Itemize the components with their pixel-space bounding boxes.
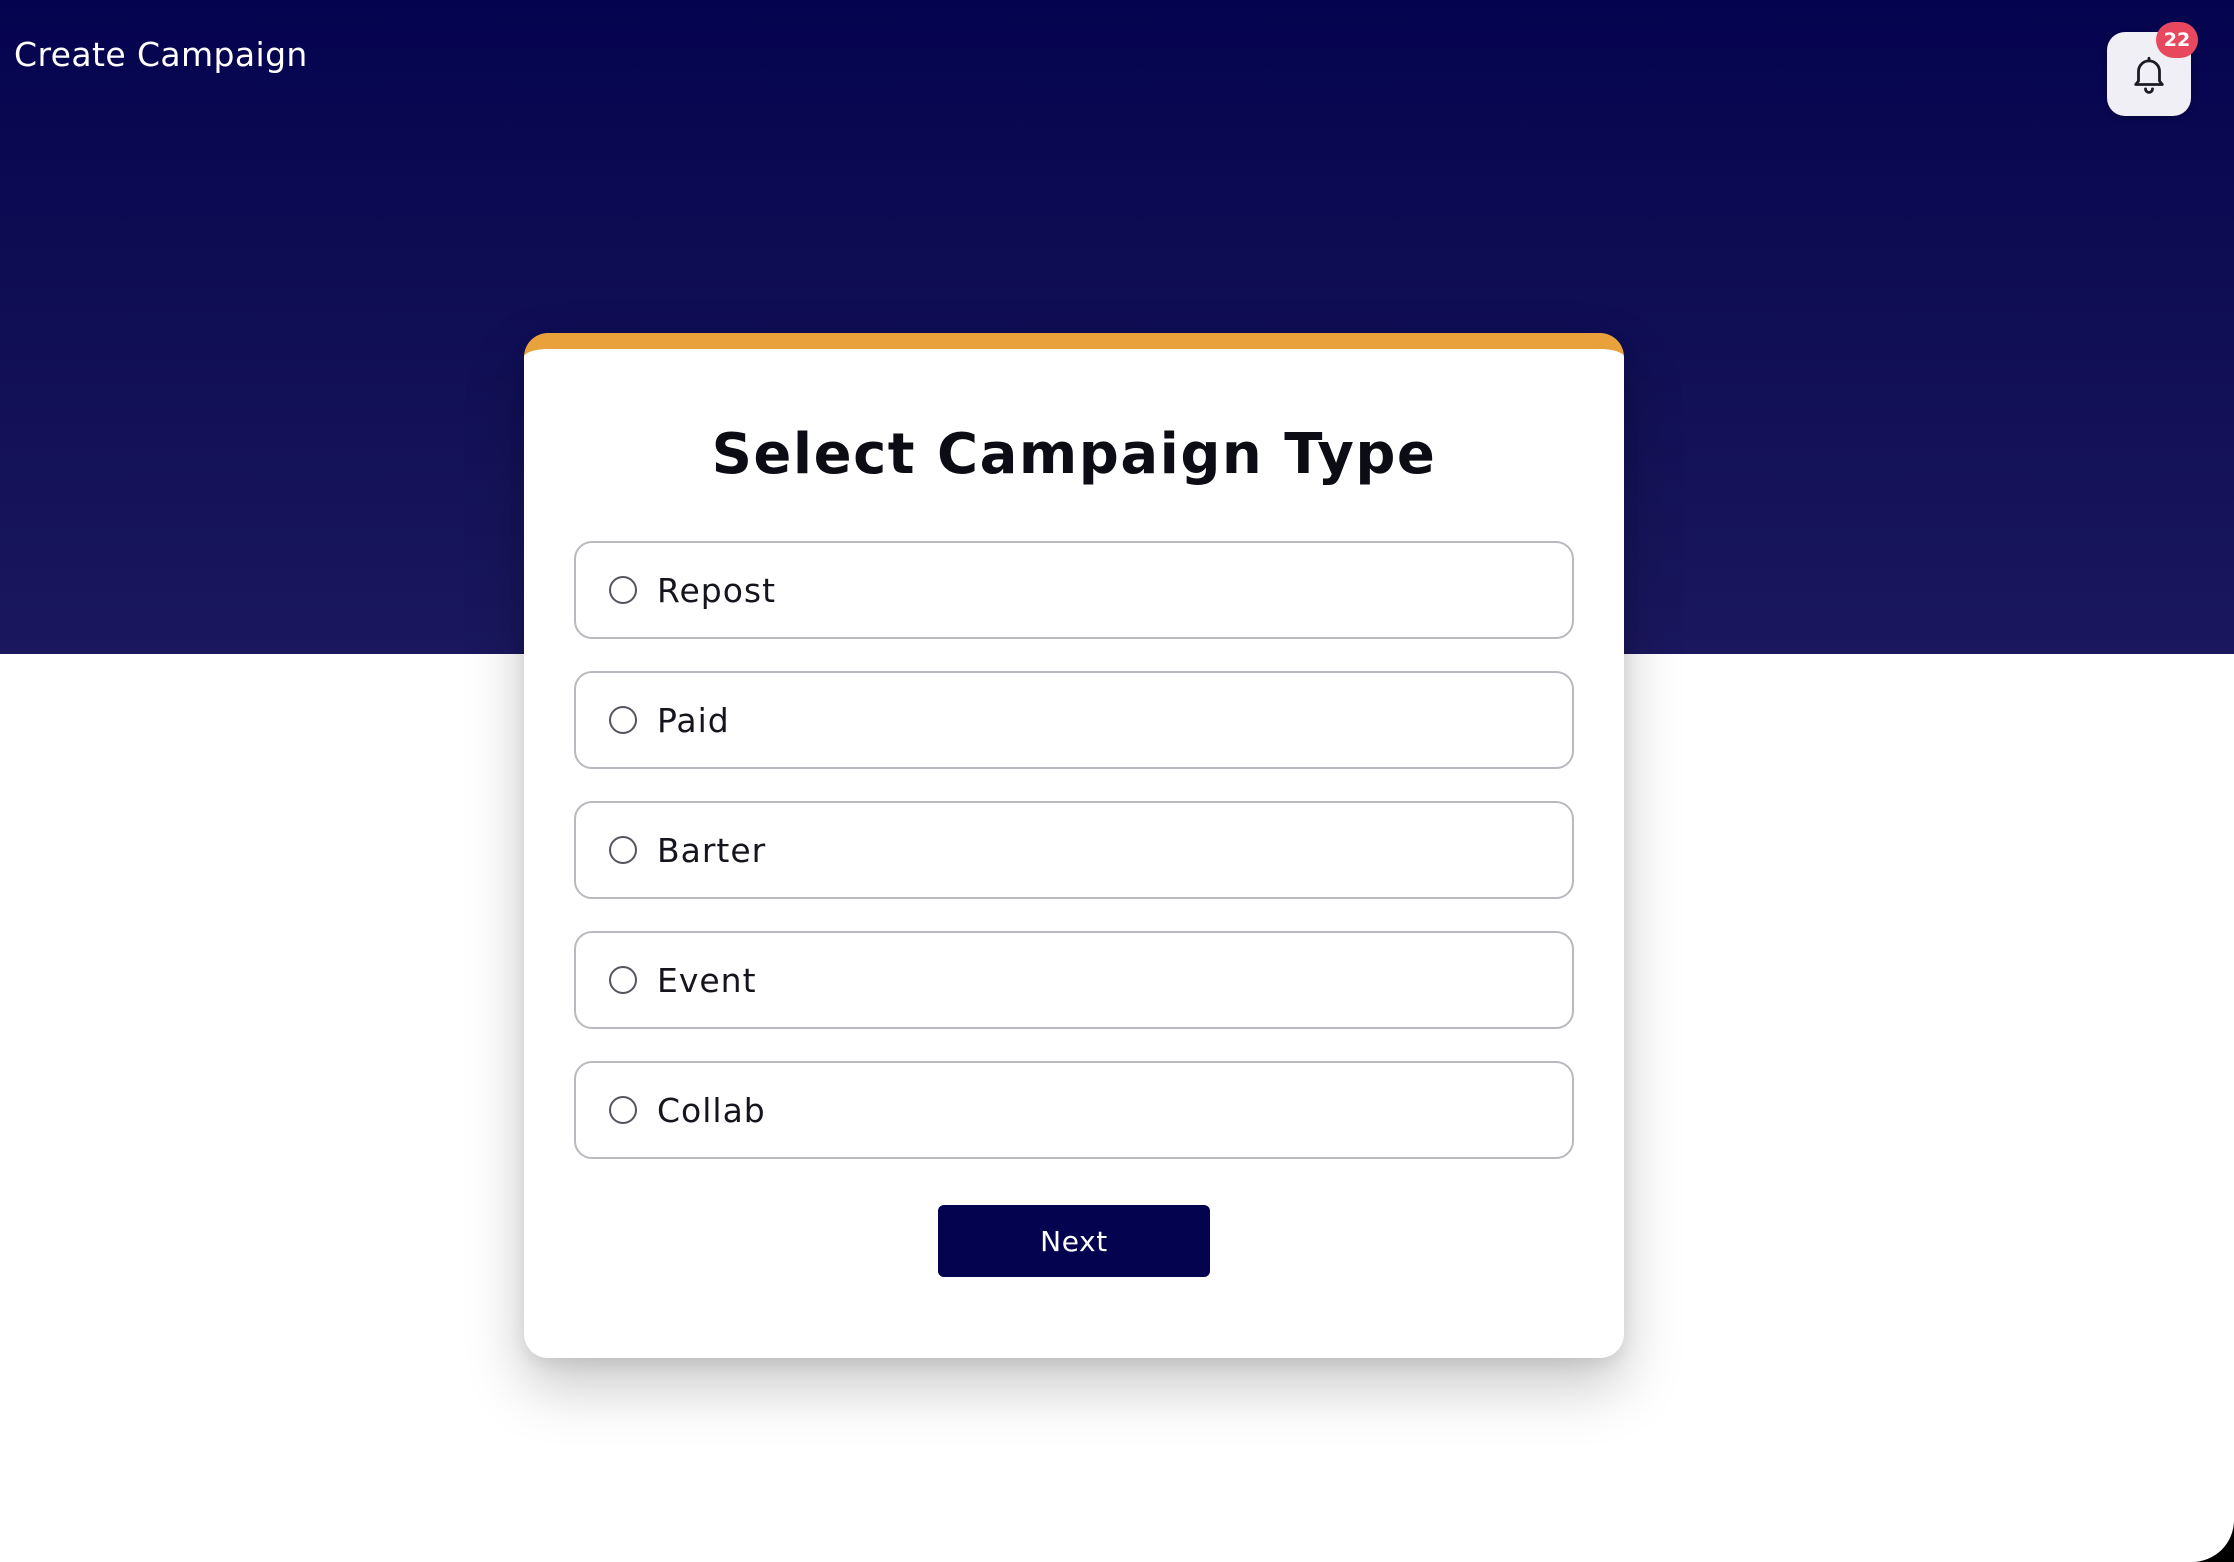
option-paid[interactable]: Paid xyxy=(574,671,1574,769)
option-barter[interactable]: Barter xyxy=(574,801,1574,899)
option-event[interactable]: Event xyxy=(574,931,1574,1029)
bell-icon xyxy=(2134,56,2164,94)
campaign-type-card: Select Campaign Type Repost Paid Barter … xyxy=(524,333,1624,1358)
page-title: Create Campaign xyxy=(14,35,308,74)
option-label: Collab xyxy=(657,1090,766,1130)
radio-button[interactable] xyxy=(609,706,637,734)
window-corner xyxy=(2190,1512,2234,1562)
page: Create Campaign 22 Select Campaign Type … xyxy=(0,0,2234,1562)
radio-button[interactable] xyxy=(609,836,637,864)
campaign-type-options: Repost Paid Barter Event Collab xyxy=(574,541,1574,1191)
option-label: Repost xyxy=(657,570,777,610)
notification-count-badge: 22 xyxy=(2156,22,2198,58)
radio-button[interactable] xyxy=(609,1096,637,1124)
radio-button[interactable] xyxy=(609,576,637,604)
card-title: Select Campaign Type xyxy=(711,422,1437,487)
radio-button[interactable] xyxy=(609,966,637,994)
option-label: Barter xyxy=(657,830,767,870)
option-repost[interactable]: Repost xyxy=(574,541,1574,639)
option-label: Event xyxy=(657,960,757,1000)
next-button[interactable]: Next xyxy=(938,1205,1210,1277)
option-collab[interactable]: Collab xyxy=(574,1061,1574,1159)
option-label: Paid xyxy=(657,700,730,740)
